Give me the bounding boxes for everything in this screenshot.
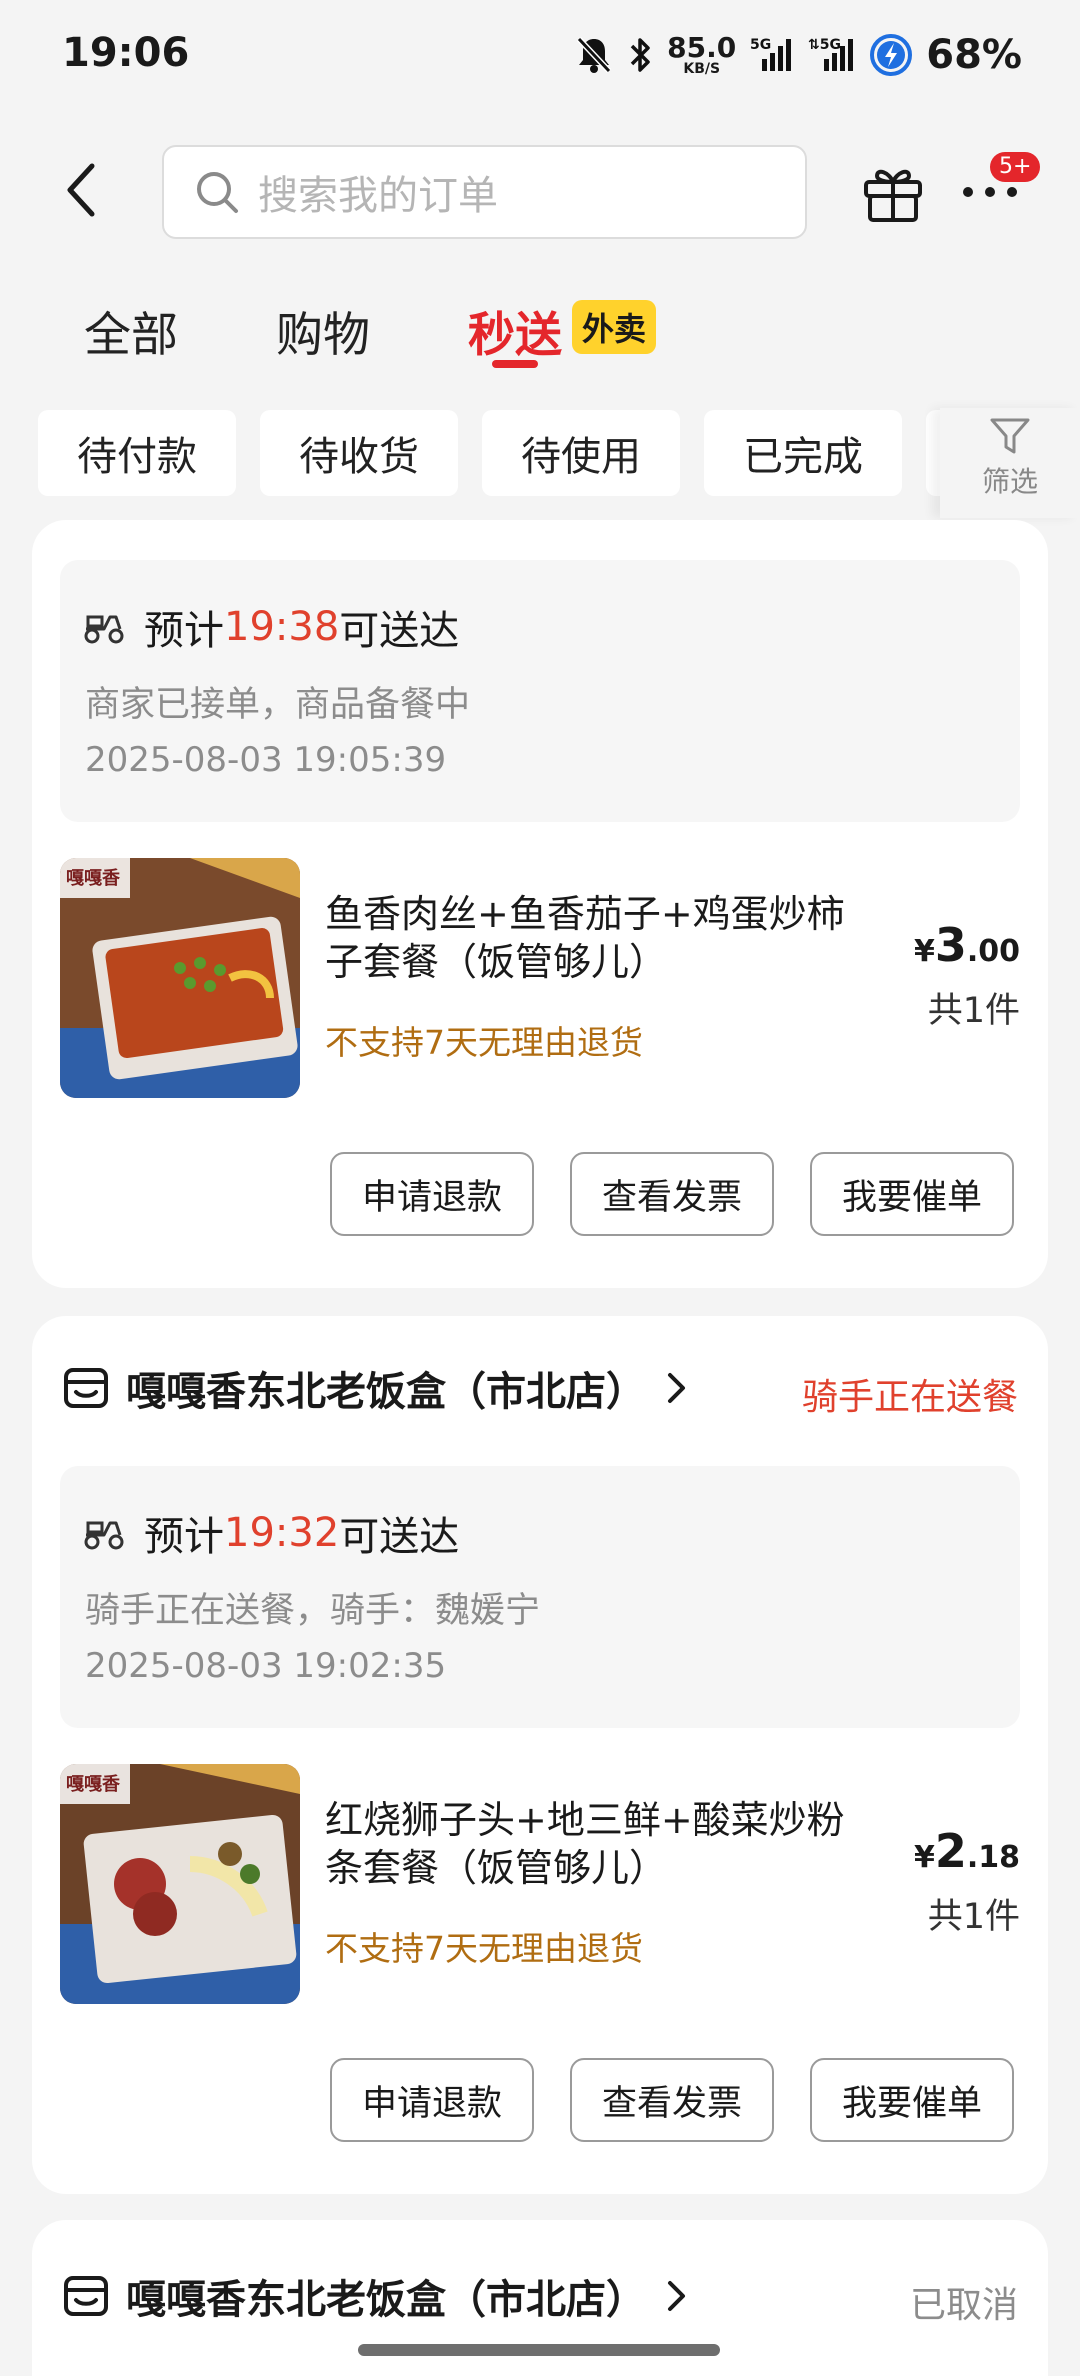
status-description: 商家已接单，商品备餐中 xyxy=(85,685,471,725)
order-timestamp: 2025-08-03 19:05:39 xyxy=(85,740,447,780)
urge-order-button[interactable]: 我要催单 xyxy=(810,2058,1014,2142)
search-placeholder: 搜索我的订单 xyxy=(258,173,498,219)
filter-button[interactable]: 筛选 xyxy=(940,408,1080,518)
order-status: 骑手正在送餐 xyxy=(801,1377,1018,1418)
shop-row[interactable]: 嘎嘎香东北老饭盒（市北店） 骑手正在送餐 xyxy=(62,1356,1018,1420)
status-icons: 85.0 KB/S 5G ⇅5G 68% xyxy=(575,32,1022,78)
urge-order-button[interactable]: 我要催单 xyxy=(810,1152,1014,1236)
search-input[interactable]: 搜索我的订单 xyxy=(162,145,807,239)
message-badge: 5+ xyxy=(990,152,1041,182)
eta-time: 19:32 xyxy=(224,1510,340,1556)
refund-button[interactable]: 申请退款 xyxy=(330,1152,534,1236)
shop-name[interactable]: 嘎嘎香东北老饭盒（市北店） xyxy=(126,2267,646,2325)
battery-charging-icon xyxy=(870,34,913,76)
order-type-tabs: 全部 购物 秒送 外卖 xyxy=(0,290,1080,380)
network-speed: 85.0 KB/S xyxy=(667,31,737,77)
battery-level: 68% xyxy=(926,32,1022,78)
signal-5g-icon-2: ⇅5G xyxy=(808,37,854,71)
refund-button[interactable]: 申请退款 xyxy=(330,2058,534,2142)
tab-all[interactable]: 全部 xyxy=(84,296,178,365)
chevron-right-icon[interactable] xyxy=(666,1371,688,1405)
active-tab-indicator xyxy=(492,360,538,368)
chevron-right-icon[interactable] xyxy=(666,2279,688,2313)
search-icon xyxy=(197,172,238,213)
bluetooth-icon xyxy=(630,38,650,72)
order-card[interactable]: 预计 19:38 可送达 商家已接单，商品备餐中 2025-08-03 19:05:… xyxy=(32,520,1048,1288)
mute-bell-icon xyxy=(576,36,612,74)
chip-pending-use[interactable]: 待使用 xyxy=(482,410,680,496)
svg-text:5G: 5G xyxy=(750,37,771,53)
shop-name[interactable]: 嘎嘎香东北老饭盒（市北店） xyxy=(126,1359,646,1417)
status-description: 骑手正在送餐，骑手：魏媛宁 xyxy=(85,1591,541,1631)
price: ¥3.00 xyxy=(913,918,1020,972)
product-title[interactable]: 鱼香肉丝+鱼香茄子+鸡蛋炒柿子套餐（饭管够儿） xyxy=(325,890,865,986)
gift-icon[interactable] xyxy=(860,158,926,224)
price: ¥2.18 xyxy=(913,1824,1020,1878)
order-timestamp: 2025-08-03 19:02:35 xyxy=(85,1646,447,1686)
back-arrow-icon[interactable] xyxy=(56,158,116,222)
food-image-brand: 嘎嘎香 xyxy=(66,868,120,889)
shop-icon xyxy=(64,1368,108,1408)
status-bar: 19:06 85.0 KB/S 5G ⇅5G 68% xyxy=(0,0,1080,120)
delivery-scooter-icon xyxy=(84,1521,124,1550)
status-time: 19:06 xyxy=(62,30,190,76)
chip-completed[interactable]: 已完成 xyxy=(704,410,902,496)
tab-shopping[interactable]: 购物 xyxy=(276,296,370,365)
order-status: 已取消 xyxy=(909,2285,1018,2326)
shop-row[interactable]: 嘎嘎香东北老饭盒（市北店） 已取消 xyxy=(62,2264,1018,2328)
order-card[interactable]: 嘎嘎香东北老饭盒（市北店） 骑手正在送餐 预计 19:32 可送达 骑手正在送餐，骑… xyxy=(32,1316,1048,2194)
return-policy-note: 不支持7天无理由退货 xyxy=(325,1929,643,1968)
filter-label: 筛选 xyxy=(981,465,1038,498)
header: 搜索我的订单 5+ xyxy=(0,140,1080,240)
shop-icon xyxy=(64,2276,108,2316)
food-image-brand: 嘎嘎香 xyxy=(66,1774,120,1795)
status-filter-chips: 待付款 待收货 待使用 已完成 筛选 xyxy=(0,408,1080,518)
item-count: 共1件 xyxy=(927,1897,1020,1937)
eta-line: 预计 19:38 可送达 xyxy=(82,598,459,656)
item-count: 共1件 xyxy=(927,991,1020,1031)
price-block: ¥3.00 共1件 xyxy=(914,918,1020,1033)
svg-text:⇅5G: ⇅5G xyxy=(808,37,841,53)
delivery-status-box: 预计 19:32 可送达 骑手正在送餐，骑手：魏媛宁 2025-08-03 19:0… xyxy=(60,1466,1020,1728)
eta-line: 预计 19:32 可送达 xyxy=(82,1504,459,1562)
signal-5g-icon: 5G xyxy=(750,37,792,71)
eta-time: 19:38 xyxy=(224,604,340,650)
food-image[interactable]: 嘎嘎香 xyxy=(60,858,300,1098)
invoice-button[interactable]: 查看发票 xyxy=(570,2058,774,2142)
food-image[interactable]: 嘎嘎香 xyxy=(60,1764,300,2004)
delivery-scooter-icon xyxy=(84,615,124,644)
tab-instant-delivery[interactable]: 秒送 xyxy=(468,296,562,365)
return-policy-note: 不支持7天无理由退货 xyxy=(325,1023,643,1062)
chip-pending-receipt[interactable]: 待收货 xyxy=(260,410,458,496)
price-block: ¥2.18 共1件 xyxy=(914,1824,1020,1939)
takeaway-tag: 外卖 xyxy=(572,300,657,354)
filter-icon xyxy=(990,418,1030,454)
product-title[interactable]: 红烧狮子头+地三鲜+酸菜炒粉条套餐（饭管够儿） xyxy=(325,1796,865,1892)
delivery-status-box: 预计 19:38 可送达 商家已接单，商品备餐中 2025-08-03 19:05:… xyxy=(60,560,1020,822)
invoice-button[interactable]: 查看发票 xyxy=(570,1152,774,1236)
chip-pending-payment[interactable]: 待付款 xyxy=(38,410,236,496)
home-indicator[interactable] xyxy=(358,2344,720,2356)
